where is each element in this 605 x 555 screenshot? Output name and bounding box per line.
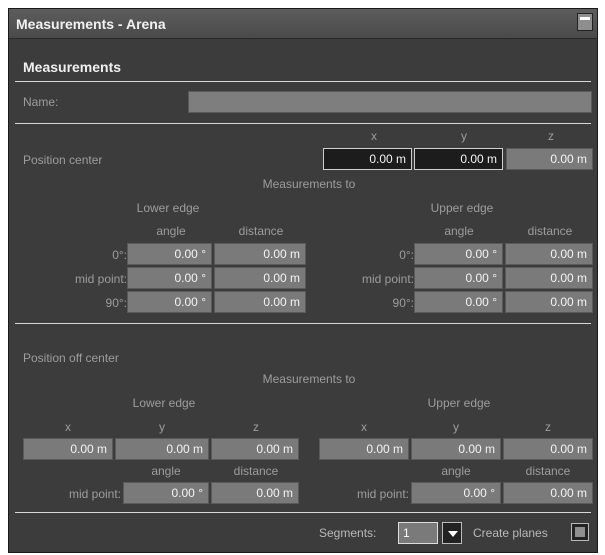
lower-angle-0deg-field[interactable]: 0.00 ° [127,243,212,265]
chevron-down-icon[interactable] [442,522,462,544]
upper-distance-0deg-field[interactable]: 0.00 m [505,243,593,265]
axis-z-label: z [548,129,554,143]
position-off-center-label: Position off center [23,351,119,365]
row-label-mid-point: mid point: [361,272,414,286]
off-lower-angle-field[interactable]: 0.00 ° [123,482,209,504]
off-upper-y-field[interactable]: 0.00 m [411,438,501,460]
position-center-x-field[interactable]: 0.00 m [323,148,412,170]
measurements-to-label: Measurements to [262,372,356,386]
axis-x-label: x [371,129,377,143]
upper-angle-90deg-field[interactable]: 0.00 ° [414,291,503,313]
off-lower-distance-header: distance [233,464,279,478]
name-input[interactable] [188,91,592,113]
off-upper-distance-header: distance [525,464,571,478]
name-label: Name: [23,95,59,109]
off-lower-y-field[interactable]: 0.00 m [115,438,209,460]
off-upper-z-header: z [545,420,551,434]
off-mid-point-label: mid point: [68,487,121,501]
divider [15,512,591,513]
position-center-z-field[interactable]: 0.00 m [506,148,593,170]
upper-edge-label: Upper edge [430,201,494,215]
lower-angle-90deg-field[interactable]: 0.00 ° [127,291,212,313]
upper-angle-header: angle [444,224,474,238]
row-label-90deg: 90°: [105,296,127,310]
off-upper-x-field[interactable]: 0.00 m [319,438,409,460]
measurements-to-label: Measurements to [262,177,356,191]
segments-label: Segments: [319,526,377,540]
upper-angle-mid-field[interactable]: 0.00 ° [414,267,503,289]
off-lower-angle-header: angle [151,464,181,478]
lower-distance-mid-field[interactable]: 0.00 m [214,267,306,289]
title-bar: Measurements - Arena [9,9,597,39]
upper-edge-label: Upper edge [427,396,491,410]
off-lower-distance-field[interactable]: 0.00 m [211,482,299,504]
lower-angle-header: angle [156,224,186,238]
lower-distance-header: distance [238,224,284,238]
divider [15,323,591,324]
lower-angle-mid-field[interactable]: 0.00 ° [127,267,212,289]
upper-distance-90deg-field[interactable]: 0.00 m [505,291,593,313]
axis-y-label: y [461,129,467,143]
off-upper-angle-header: angle [441,464,471,478]
segments-dropdown[interactable]: 1 [398,522,438,544]
measurements-window: Measurements - Arena Measurements Name: … [8,8,598,553]
create-planes-label: Create planes [473,526,548,540]
lower-edge-label: Lower edge [132,396,196,410]
off-lower-z-field[interactable]: 0.00 m [211,438,299,460]
divider [15,81,591,82]
off-lower-y-header: y [159,420,165,434]
upper-angle-0deg-field[interactable]: 0.00 ° [414,243,503,265]
off-upper-angle-field[interactable]: 0.00 ° [411,482,501,504]
minimize-button[interactable] [577,13,593,31]
off-lower-x-header: x [65,420,71,434]
row-label-0deg: 0°: [399,248,414,262]
row-label-0deg: 0°: [112,248,127,262]
divider [15,123,591,124]
lower-distance-90deg-field[interactable]: 0.00 m [214,291,306,313]
position-center-label: Position center [23,153,103,167]
position-center-y-field[interactable]: 0.00 m [414,148,503,170]
off-mid-point-label: mid point: [356,487,409,501]
lower-edge-label: Lower edge [136,201,200,215]
upper-distance-mid-field[interactable]: 0.00 m [505,267,593,289]
upper-distance-header: distance [527,224,573,238]
off-lower-z-header: z [253,420,259,434]
off-lower-x-field[interactable]: 0.00 m [23,438,113,460]
off-upper-z-field[interactable]: 0.00 m [503,438,593,460]
lower-distance-0deg-field[interactable]: 0.00 m [214,243,306,265]
off-upper-x-header: x [361,420,367,434]
off-upper-distance-field[interactable]: 0.00 m [503,482,593,504]
off-upper-y-header: y [453,420,459,434]
window-title: Measurements - Arena [16,16,166,32]
section-title: Measurements [23,59,122,75]
row-label-mid-point: mid point: [74,272,127,286]
create-planes-checkbox[interactable] [571,523,589,541]
row-label-90deg: 90°: [392,296,414,310]
